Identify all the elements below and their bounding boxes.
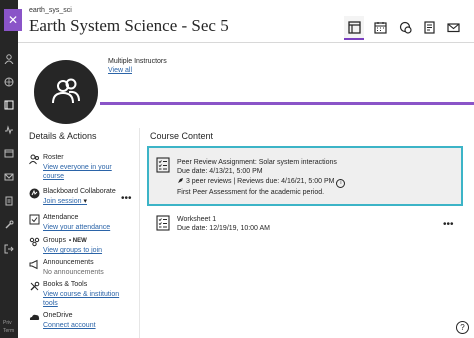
onedrive-link[interactable]: Connect account <box>43 321 125 330</box>
assignment-icon <box>156 215 170 231</box>
discussions-icon <box>399 21 412 34</box>
signout-icon[interactable] <box>4 244 14 254</box>
course-toolbar <box>344 15 468 41</box>
course-id: earth_sys_sci <box>29 7 72 14</box>
close-icon: ✕ <box>7 13 19 27</box>
attendance-icon <box>29 214 40 225</box>
attendance-title: Attendance <box>43 214 79 221</box>
groups-link[interactable]: View groups to join <box>43 246 125 255</box>
info-icon[interactable]: i <box>336 179 346 188</box>
calendar-icon <box>373 21 387 34</box>
books-tools-link[interactable]: View course & institution tools <box>43 290 125 308</box>
institution-icon[interactable] <box>4 77 14 87</box>
people-icon <box>52 78 80 104</box>
content-item-worksheet[interactable]: Worksheet 1 Due date: 12/19/19, 10:00 AM <box>147 213 463 239</box>
new-badge: • NEW <box>68 238 87 244</box>
peer-review-icon <box>177 177 184 184</box>
groups-icon <box>29 237 40 248</box>
groups-title: Groups • NEW <box>43 237 87 244</box>
messages-tab[interactable] <box>443 16 463 38</box>
global-nav-rail: Priv Term <box>0 0 18 338</box>
help-icon: ? <box>460 322 465 332</box>
gradebook-icon <box>423 20 435 34</box>
onedrive-title: OneDrive <box>43 312 73 319</box>
announcements-title: Announcements <box>43 259 94 266</box>
attendance-link[interactable]: View your attendance <box>43 223 125 232</box>
assignment-icon <box>156 157 170 173</box>
outline-tab[interactable] <box>344 16 364 40</box>
course-content-heading: Course Content <box>150 131 214 141</box>
worksheet-title[interactable]: Worksheet 1 <box>177 216 216 223</box>
announcements-icon <box>29 259 40 270</box>
messages-icon <box>446 22 460 32</box>
privacy-link[interactable]: Priv <box>3 320 12 326</box>
content-item-peer-review[interactable]: Peer Review Assignment: Solar system int… <box>147 146 463 206</box>
books-tools-title: Books & Tools <box>43 281 88 288</box>
calendar-tab[interactable] <box>370 16 390 38</box>
discussions-tab[interactable] <box>395 16 415 38</box>
terms-link[interactable]: Term <box>3 328 14 334</box>
calendar-nav-icon[interactable] <box>4 148 14 158</box>
peer-review-description: First Peer Assessment for the academic p… <box>177 189 325 196</box>
help-button[interactable]: ? <box>456 321 469 334</box>
view-all-link[interactable]: View all <box>108 67 132 74</box>
column-divider <box>139 128 140 338</box>
collaborate-title: Blackboard Collaborate <box>43 188 116 195</box>
banner-accent-bar <box>100 102 474 105</box>
details-actions-heading: Details & Actions <box>29 131 97 141</box>
books-tools-icon <box>29 281 40 292</box>
announcements-status: No announcements <box>43 269 104 276</box>
collaborate-icon <box>29 188 40 199</box>
roster-link[interactable]: View everyone in your course <box>43 163 125 181</box>
peer-review-info: 3 peer reviews | Reviews due: 4/16/21, 5… <box>177 177 346 188</box>
roster-title: Roster <box>43 154 64 161</box>
onedrive-icon <box>29 312 40 323</box>
outline-icon <box>347 20 361 34</box>
worksheet-due: Due date: 12/19/19, 10:00 AM <box>177 225 271 232</box>
instructors-avatar[interactable] <box>31 57 101 127</box>
gradebook-tab[interactable] <box>419 16 439 38</box>
worksheet-more-button[interactable]: ••• <box>443 219 454 230</box>
close-course-button[interactable]: ✕ <box>4 9 22 31</box>
tools-nav-icon[interactable] <box>4 220 14 230</box>
course-title: Earth System Science - Sec 5 <box>29 16 229 35</box>
roster-icon <box>29 154 40 165</box>
user-icon[interactable] <box>4 54 14 64</box>
messages-nav-icon[interactable] <box>4 172 14 182</box>
courses-icon[interactable] <box>4 100 14 110</box>
chevron-down-icon: ▾ <box>83 198 87 205</box>
activity-icon[interactable] <box>4 125 14 135</box>
peer-review-due: Due date: 4/13/21, 5:00 PM <box>177 168 263 175</box>
join-session-link[interactable]: Join session ▾ <box>43 197 125 206</box>
instructors-label: Multiple Instructors <box>108 58 167 65</box>
peer-review-title[interactable]: Peer Review Assignment: Solar system int… <box>177 159 337 166</box>
grades-nav-icon[interactable] <box>4 196 14 206</box>
collaborate-more-button[interactable]: ••• <box>121 193 132 204</box>
